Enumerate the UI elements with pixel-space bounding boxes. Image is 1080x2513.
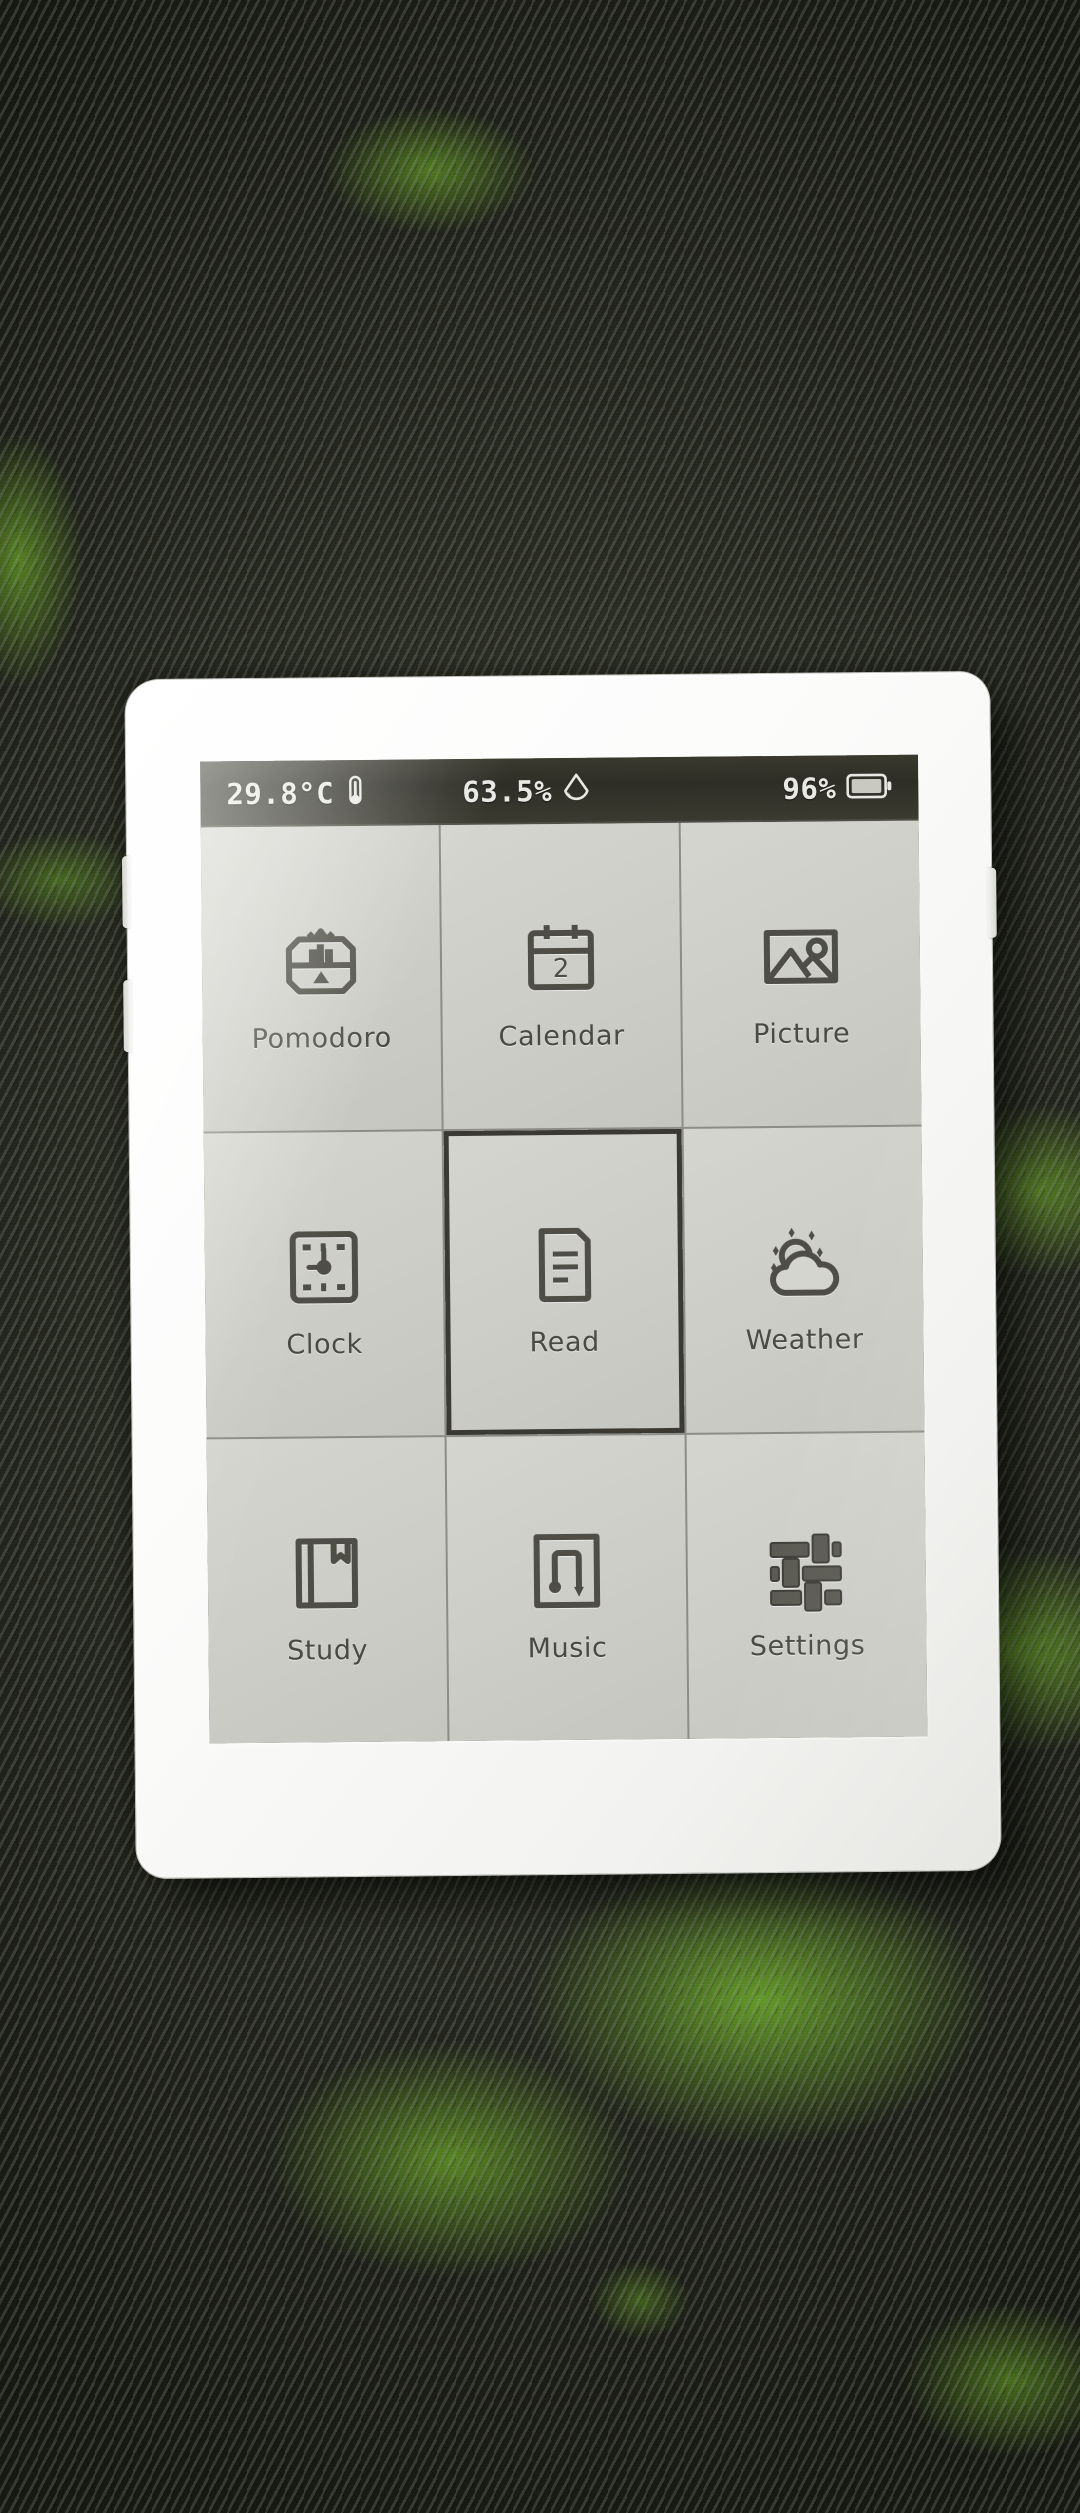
picture-image-icon (748, 904, 853, 1009)
app-tile-clock[interactable]: Clock (203, 1131, 445, 1438)
status-bar: 29.8°C 63.5% 96% (200, 754, 919, 828)
document-read-icon (511, 1212, 616, 1317)
app-tile-weather[interactable]: Weather (683, 1126, 925, 1433)
app-tile-label: Music (527, 1632, 608, 1664)
app-tile-label: Weather (745, 1323, 864, 1356)
app-tile-label: Settings (749, 1629, 866, 1662)
app-tile-label: Calendar (498, 1019, 625, 1053)
battery-value: 96% (782, 771, 837, 806)
side-button-right[interactable] (987, 867, 997, 938)
app-tile-label: Pomodoro (251, 1022, 392, 1055)
app-tile-study[interactable]: Study (206, 1437, 448, 1744)
side-button-down[interactable] (123, 980, 133, 1053)
app-tile-picture[interactable]: Picture (680, 820, 922, 1127)
humidity-droplet-icon (562, 773, 590, 809)
app-tile-settings[interactable]: Settings (686, 1432, 928, 1739)
eink-device: 29.8°C 63.5% 96% Pomodoro 2 Calendar Pic… (121, 671, 1001, 1879)
clock-icon (271, 1214, 376, 1319)
battery-indicator: 96% (782, 771, 892, 806)
app-tile-label: Clock (286, 1328, 363, 1361)
calendar-icon: 2 (508, 906, 613, 1011)
battery-icon (846, 772, 892, 804)
eink-screen: 29.8°C 63.5% 96% Pomodoro 2 Calendar Pic… (200, 754, 928, 1744)
sliders-icon (754, 1516, 859, 1621)
book-bookmark-icon (274, 1520, 379, 1625)
app-tile-read[interactable]: Read (443, 1128, 685, 1436)
app-tile-label: Read (529, 1326, 600, 1358)
humidity-value: 63.5% (462, 774, 553, 809)
music-note-icon (514, 1518, 619, 1623)
humidity-indicator: 63.5% (462, 773, 590, 810)
app-tile-label: Study (286, 1634, 369, 1667)
temperature-value: 29.8°C (226, 776, 335, 812)
temperature-indicator: 29.8°C (226, 775, 366, 812)
app-grid: Pomodoro 2 Calendar Picture Clock Read W… (200, 820, 928, 1744)
app-tile-music[interactable]: Music (446, 1434, 688, 1742)
app-tile-label: Picture (753, 1017, 851, 1050)
sun-cloud-icon (751, 1210, 856, 1315)
app-tile-pomodoro[interactable]: Pomodoro (200, 825, 442, 1132)
calendar-day-badge: 2 (553, 953, 570, 983)
thermometer-icon (344, 775, 366, 811)
pomodoro-timer-icon (268, 908, 373, 1013)
app-tile-calendar[interactable]: 2 Calendar (440, 822, 682, 1130)
side-button-up[interactable] (121, 856, 132, 929)
